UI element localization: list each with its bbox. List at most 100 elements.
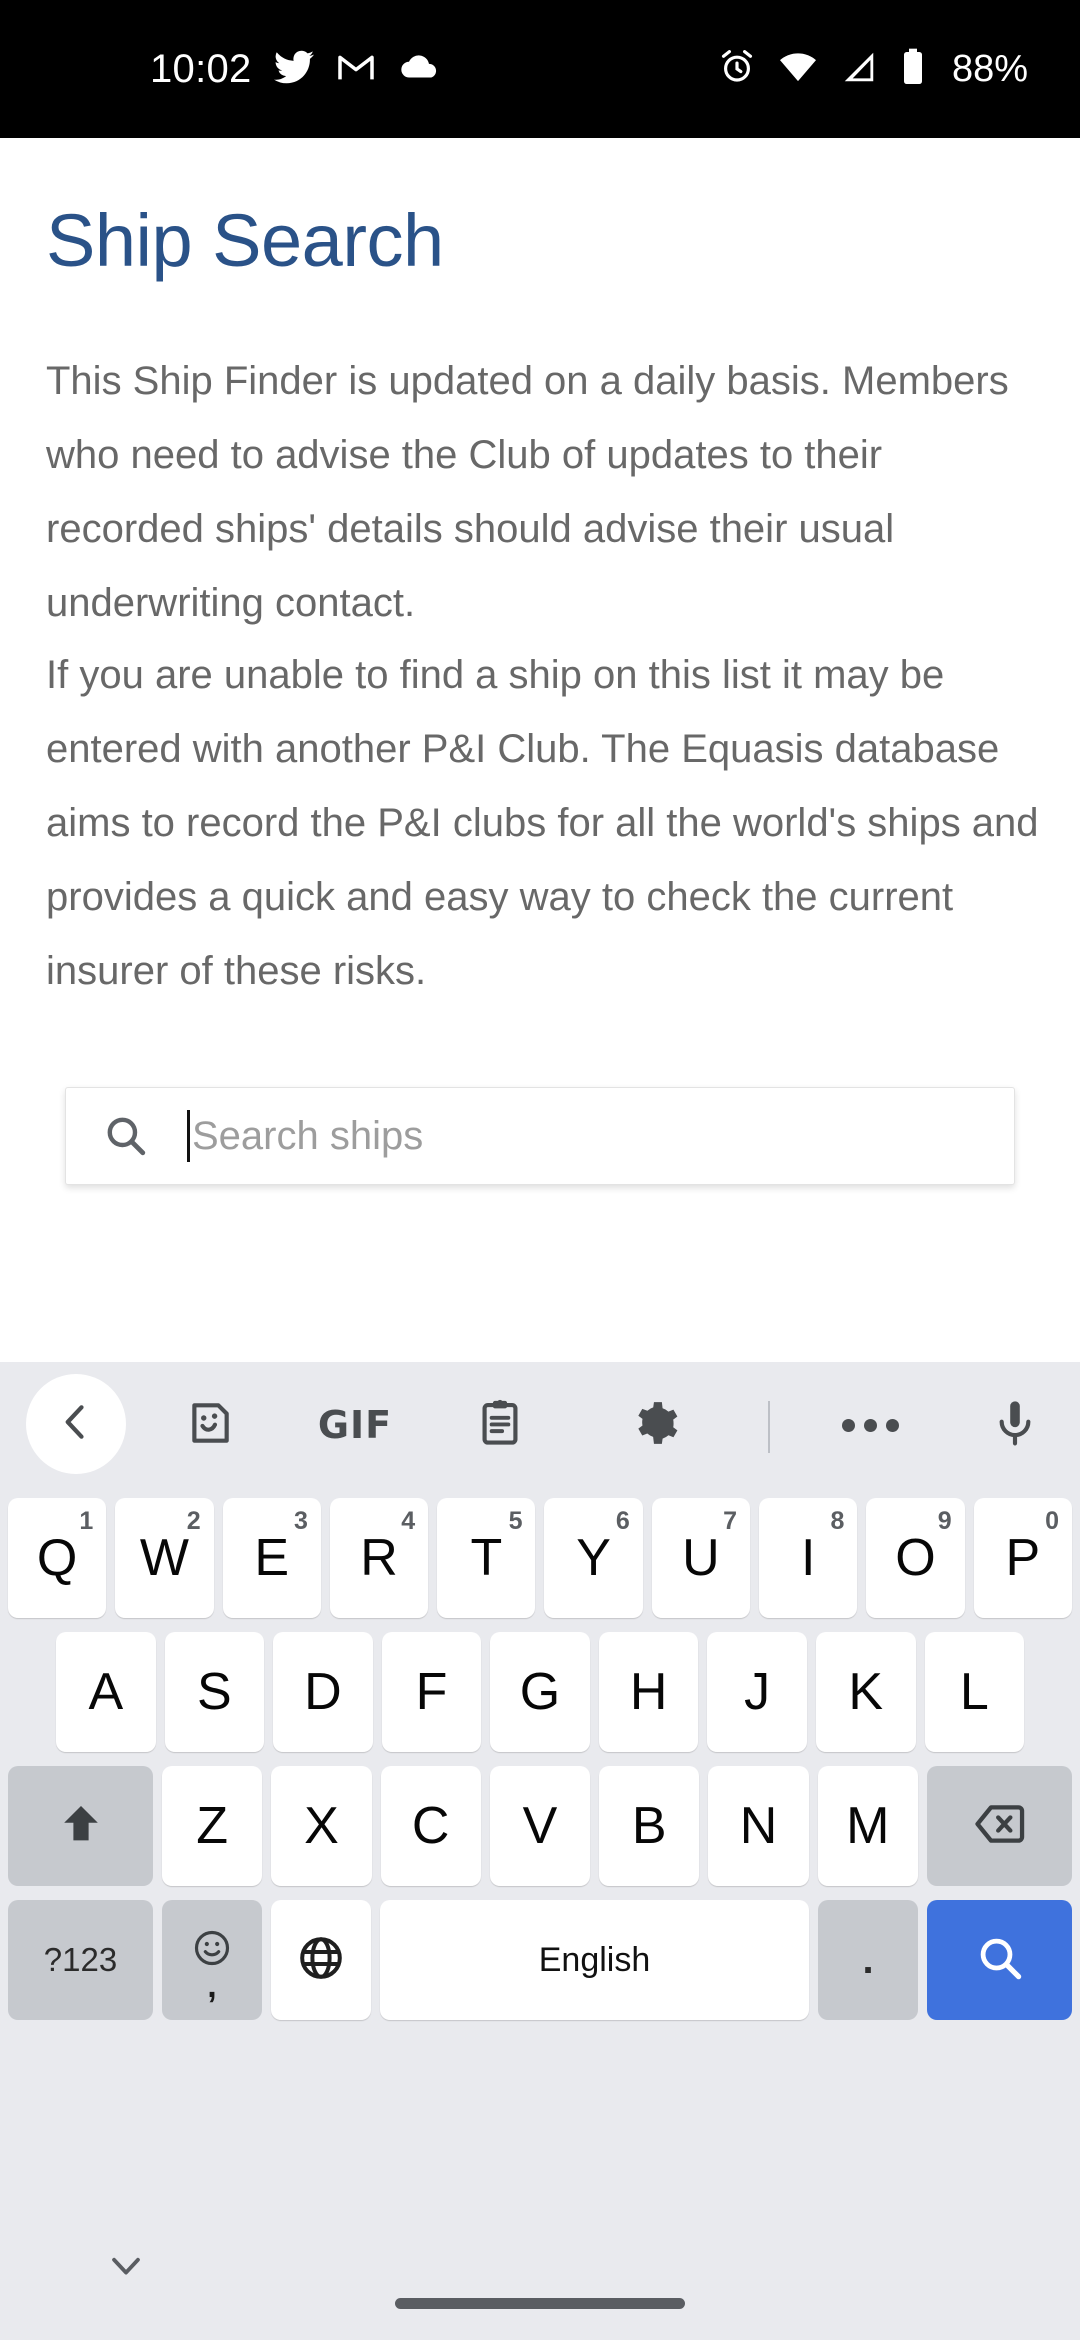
key-h[interactable]: H: [598, 1632, 699, 1752]
hide-keyboard-button[interactable]: [96, 2238, 156, 2298]
gif-button[interactable]: GIF: [300, 1362, 410, 1488]
keyboard-back-button[interactable]: [26, 1374, 126, 1474]
key-number-hint: 3: [293, 1507, 308, 1535]
search-input[interactable]: Search ships: [65, 1087, 1015, 1185]
keyboard-toolbar: GIF: [0, 1362, 1080, 1488]
key-r[interactable]: R4: [329, 1498, 429, 1618]
keyboard-settings-button[interactable]: [600, 1362, 710, 1488]
search-submit-key[interactable]: [927, 1900, 1072, 2020]
keyboard-row-3: ZXC V B N M: [0, 1752, 1080, 1886]
emoji-smiley-icon: [192, 1928, 232, 1973]
space-key-label: English: [538, 1940, 651, 1979]
key-label: M: [846, 1797, 890, 1855]
search-icon: [102, 1112, 150, 1160]
key-t[interactable]: T5: [437, 1498, 536, 1618]
sticker-icon: [185, 1398, 235, 1453]
period-key[interactable]: .: [818, 1900, 918, 2020]
key-e[interactable]: E3: [222, 1498, 321, 1618]
key-label: B: [631, 1797, 667, 1855]
key-l[interactable]: L: [924, 1632, 1025, 1752]
key-label: Y: [576, 1529, 611, 1587]
key-label: C: [411, 1797, 450, 1855]
toolbar-divider: [768, 1401, 770, 1453]
key-number-hint: 6: [615, 1507, 630, 1535]
microphone-icon: [990, 1398, 1040, 1453]
backspace-icon: [973, 1797, 1027, 1856]
key-label: K: [848, 1663, 884, 1721]
search-icon: [974, 1932, 1026, 1989]
sticker-button[interactable]: [155, 1362, 265, 1488]
alarm-icon: [718, 48, 756, 91]
settings-gear-icon: [630, 1398, 680, 1453]
key-label: F: [415, 1663, 448, 1721]
key-s[interactable]: S: [164, 1632, 265, 1752]
key-d[interactable]: D: [273, 1632, 373, 1752]
backspace-key[interactable]: [927, 1766, 1072, 1886]
gmail-icon: [336, 47, 376, 92]
space-key[interactable]: English: [380, 1900, 809, 2020]
text-cursor: [187, 1110, 190, 1162]
key-label: O: [895, 1529, 936, 1587]
key-b[interactable]: B: [599, 1766, 700, 1886]
key-label: U: [682, 1529, 720, 1587]
symbols-key-label: ?123: [43, 1941, 118, 1978]
emoji-comma-key[interactable]: ,: [162, 1900, 262, 2020]
key-f[interactable]: F: [381, 1632, 482, 1752]
shift-key[interactable]: [8, 1766, 153, 1886]
navigation-bar: [0, 2194, 1080, 2340]
key-v[interactable]: V: [489, 1766, 591, 1886]
key-o[interactable]: O9: [866, 1498, 965, 1618]
key-label: W: [139, 1529, 189, 1587]
clipboard-icon: [475, 1398, 525, 1453]
voice-input-button[interactable]: [960, 1362, 1070, 1488]
key-i[interactable]: I8: [759, 1498, 858, 1618]
cellular-signal-icon: [840, 48, 878, 91]
key-m[interactable]: M: [817, 1766, 918, 1886]
key-y[interactable]: Y6: [544, 1498, 643, 1618]
key-n[interactable]: N: [708, 1766, 809, 1886]
cloud-icon: [398, 46, 440, 93]
key-label: N: [739, 1797, 778, 1855]
keyboard-row-3-letters: ZXC V B N M: [162, 1766, 918, 1886]
symbols-key[interactable]: ?123: [8, 1900, 153, 2020]
key-label: S: [197, 1663, 232, 1721]
key-number-hint: 5: [508, 1507, 523, 1535]
chevron-down-icon: [104, 2244, 148, 2293]
wifi-icon: [778, 47, 818, 92]
home-gesture-pill[interactable]: [395, 2298, 685, 2309]
key-label: G: [519, 1663, 561, 1721]
key-q[interactable]: Q1: [8, 1498, 107, 1618]
phone-screen: 10:02 88% Ship Search This Ship Finder i…: [0, 0, 1080, 2340]
key-j[interactable]: J: [707, 1632, 807, 1752]
keyboard-row-2: A SDF GHJ K L: [0, 1618, 1080, 1752]
more-icon: [841, 1418, 899, 1432]
key-number-hint: 7: [723, 1507, 738, 1535]
key-label: V: [522, 1797, 558, 1855]
shift-arrow-icon: [57, 1800, 105, 1853]
language-globe-icon: [297, 1934, 345, 1987]
on-screen-keyboard: GIF Q 1 W 2 E 3 R 4 T 5 Y 6 U 7 I 8 O 9 …: [0, 1362, 1080, 2194]
key-z[interactable]: Z: [162, 1766, 263, 1886]
key-label: A: [88, 1663, 124, 1721]
key-g[interactable]: G: [490, 1632, 590, 1752]
keyboard-row-1: Q1W2E3R4T5Y6U7I8O9P0: [0, 1488, 1080, 1618]
search-placeholder: Search ships: [192, 1113, 424, 1158]
key-w[interactable]: W2: [115, 1498, 214, 1618]
key-label: L: [959, 1663, 989, 1721]
key-c[interactable]: C: [380, 1766, 481, 1886]
more-options-button[interactable]: [815, 1362, 925, 1488]
key-number-hint: 1: [79, 1507, 94, 1535]
key-p[interactable]: P0: [973, 1498, 1072, 1618]
key-a[interactable]: A: [56, 1632, 156, 1752]
status-bar-left: 10:02: [150, 46, 440, 93]
comma-key-label: ,: [207, 1967, 217, 2005]
intro-paragraph-1: This Ship Finder is updated on a daily b…: [46, 359, 1009, 625]
language-switch-key[interactable]: [271, 1900, 371, 2020]
gif-icon: GIF: [317, 1403, 393, 1447]
key-k[interactable]: K: [815, 1632, 916, 1752]
key-label: E: [254, 1529, 290, 1587]
clipboard-button[interactable]: [445, 1362, 555, 1488]
key-x[interactable]: X: [271, 1766, 372, 1886]
key-u[interactable]: U7: [651, 1498, 751, 1618]
key-label: J: [744, 1663, 771, 1721]
